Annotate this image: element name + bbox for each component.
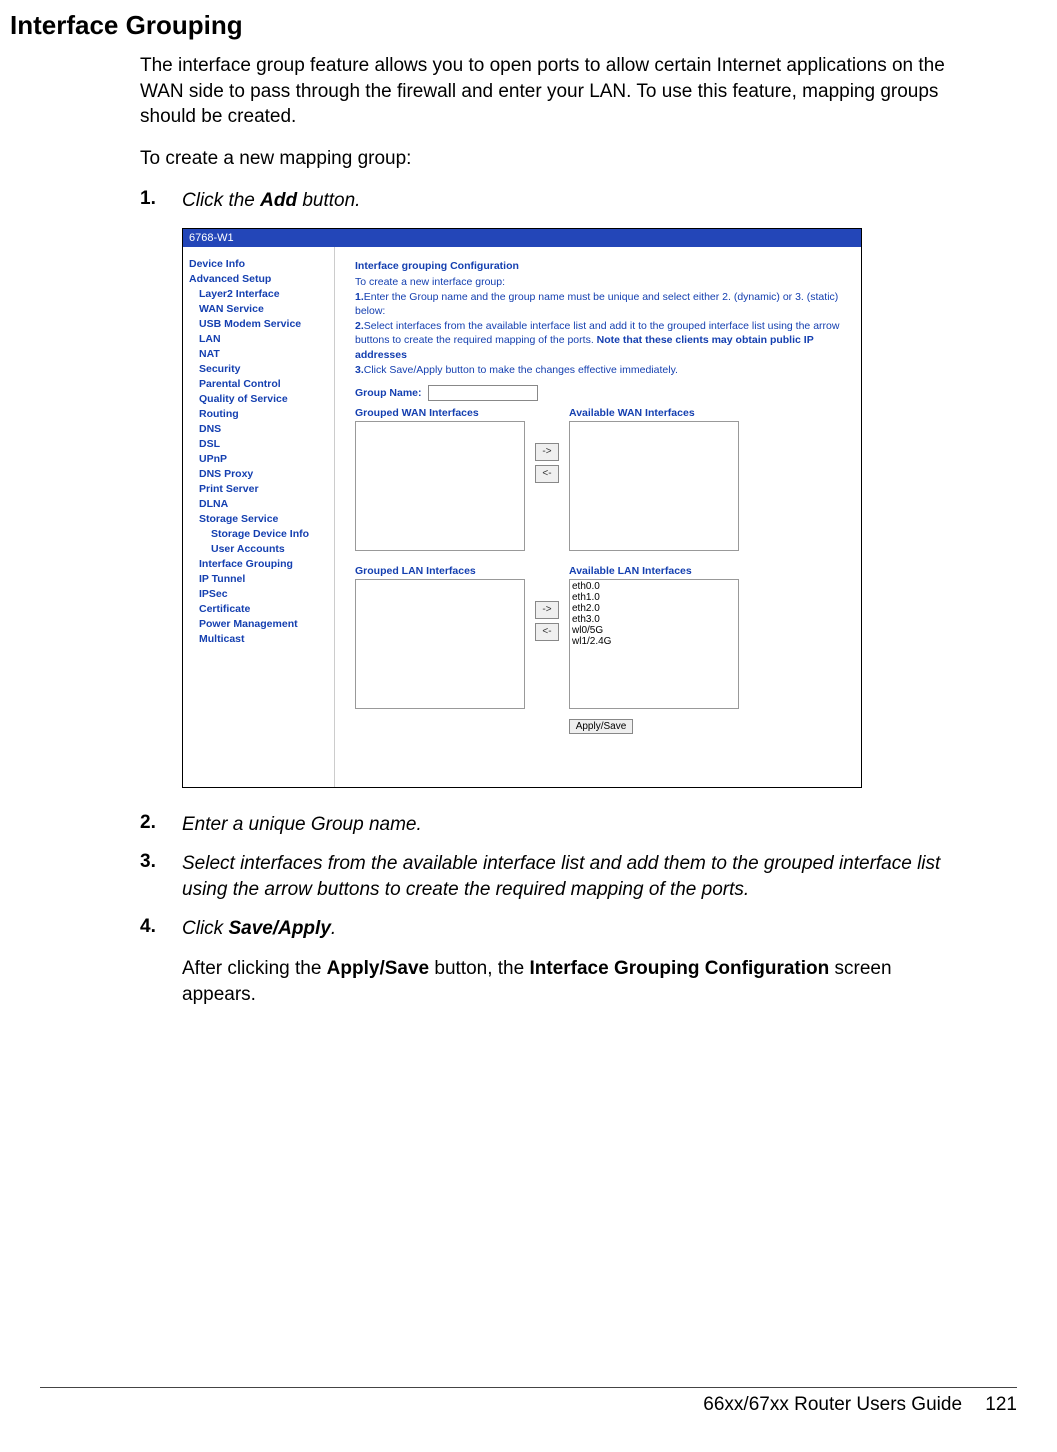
lan-move-right-button[interactable]: -> [535,601,559,619]
apply-save-button[interactable]: Apply/Save [569,719,634,734]
lan-option-eth1[interactable]: eth1.0 [572,592,736,603]
step-4-post: . [331,918,336,939]
nav-lan[interactable]: LAN [189,332,334,347]
router-titlebar: 6768-W1 [183,229,861,247]
lan-option-eth2[interactable]: eth2.0 [572,603,736,614]
after-mid: button, the [429,958,529,979]
nav-multicast[interactable]: Multicast [189,632,334,647]
nav-nat[interactable]: NAT [189,347,334,362]
grouped-wan-header: Grouped WAN Interfaces [355,407,525,419]
nav-ip-tunnel[interactable]: IP Tunnel [189,572,334,587]
grouped-lan-header: Grouped LAN Interfaces [355,565,525,577]
available-lan-listbox[interactable]: eth0.0 eth1.0 eth2.0 eth3.0 wl0/5G wl1/2… [569,579,739,709]
step-4: 4. Click Save/Apply. [140,916,957,942]
available-wan-header: Available WAN Interfaces [569,407,739,419]
step-1-post: button. [297,190,360,211]
group-name-input[interactable] [428,385,538,401]
step-2-number: 2. [140,812,182,838]
lead-line: To create a new mapping group: [140,148,957,170]
router-main-panel: Interface grouping Configuration To crea… [335,247,861,787]
nav-print-server[interactable]: Print Server [189,482,334,497]
nav-storage-service[interactable]: Storage Service [189,512,334,527]
step-2-text: Enter a unique Group name. [182,812,957,838]
page-title: Interface Grouping [10,10,1017,41]
nav-wan-service[interactable]: WAN Service [189,302,334,317]
nav-power-management[interactable]: Power Management [189,617,334,632]
wan-move-right-button[interactable]: -> [535,443,559,461]
available-lan-header: Available LAN Interfaces [569,565,739,577]
page-footer: 66xx/67xx Router Users Guide 121 [40,1387,1017,1416]
after-bold-2: Interface Grouping Configuration [529,958,829,979]
nav-parental-control[interactable]: Parental Control [189,377,334,392]
step-4-bold: Save/Apply [228,918,330,939]
footer-guide-title: 66xx/67xx Router Users Guide [703,1394,962,1415]
nav-ipsec[interactable]: IPSec [189,587,334,602]
intro-paragraph: The interface group feature allows you t… [140,53,957,130]
config-step-2: 2.Select interfaces from the available i… [355,319,847,362]
step-3-number: 3. [140,851,182,902]
step-3: 3. Select interfaces from the available … [140,851,957,902]
config-step-3-num: 3. [355,364,364,376]
nav-usb-modem-service[interactable]: USB Modem Service [189,317,334,332]
nav-qos[interactable]: Quality of Service [189,392,334,407]
lan-move-left-button[interactable]: <- [535,623,559,641]
grouped-wan-listbox[interactable] [355,421,525,551]
config-step-1-num: 1. [355,291,364,303]
nav-upnp[interactable]: UPnP [189,452,334,467]
nav-interface-grouping[interactable]: Interface Grouping [189,557,334,572]
step-1-bold: Add [260,190,297,211]
nav-routing[interactable]: Routing [189,407,334,422]
config-step-1: 1.Enter the Group name and the group nam… [355,290,847,318]
router-sidebar: Device Info Advanced Setup Layer2 Interf… [183,247,335,787]
step-2: 2. Enter a unique Group name. [140,812,957,838]
lan-option-eth3[interactable]: eth3.0 [572,614,736,625]
step-4-pre: Click [182,918,228,939]
step-1-pre: Click the [182,190,260,211]
lan-option-eth0[interactable]: eth0.0 [572,581,736,592]
nav-dlna[interactable]: DLNA [189,497,334,512]
wan-move-left-button[interactable]: <- [535,465,559,483]
footer-page-number: 121 [985,1394,1017,1415]
config-step-2-num: 2. [355,320,364,332]
grouped-lan-listbox[interactable] [355,579,525,709]
nav-dns-proxy[interactable]: DNS Proxy [189,467,334,482]
nav-user-accounts[interactable]: User Accounts [189,542,334,557]
wan-interfaces-section: Grouped WAN Interfaces -> <- Available W… [355,407,847,551]
config-subtitle: To create a new interface group: [355,275,847,289]
nav-security[interactable]: Security [189,362,334,377]
router-screenshot: 6768-W1 Device Info Advanced Setup Layer… [182,228,862,788]
step-1: 1. Click the Add button. [140,188,957,214]
after-pre: After clicking the [182,958,327,979]
nav-advanced-setup[interactable]: Advanced Setup [189,272,334,287]
config-step-3: 3.Click Save/Apply button to make the ch… [355,363,847,377]
config-step-1-text: Enter the Group name and the group name … [355,291,838,317]
step-4-text: Click Save/Apply. [182,916,957,942]
router-model-label: 6768-W1 [189,232,234,244]
step-1-number: 1. [140,188,182,214]
lan-interfaces-section: Grouped LAN Interfaces -> <- Available L… [355,565,847,709]
step-1-text: Click the Add button. [182,188,957,214]
step-3-text: Select interfaces from the available int… [182,851,957,902]
config-step-3-text: Click Save/Apply button to make the chan… [364,364,678,376]
nav-layer2-interface[interactable]: Layer2 Interface [189,287,334,302]
nav-dns[interactable]: DNS [189,422,334,437]
nav-certificate[interactable]: Certificate [189,602,334,617]
nav-dsl[interactable]: DSL [189,437,334,452]
lan-option-wl1[interactable]: wl1/2.4G [572,636,736,647]
after-paragraph: After clicking the Apply/Save button, th… [182,956,957,1007]
lan-option-wl0[interactable]: wl0/5G [572,625,736,636]
available-wan-listbox[interactable] [569,421,739,551]
step-4-number: 4. [140,916,182,942]
after-bold-1: Apply/Save [327,958,429,979]
group-name-label: Group Name: [355,387,422,399]
nav-storage-device-info[interactable]: Storage Device Info [189,527,334,542]
nav-device-info[interactable]: Device Info [189,257,334,272]
config-title: Interface grouping Configuration [355,259,847,273]
